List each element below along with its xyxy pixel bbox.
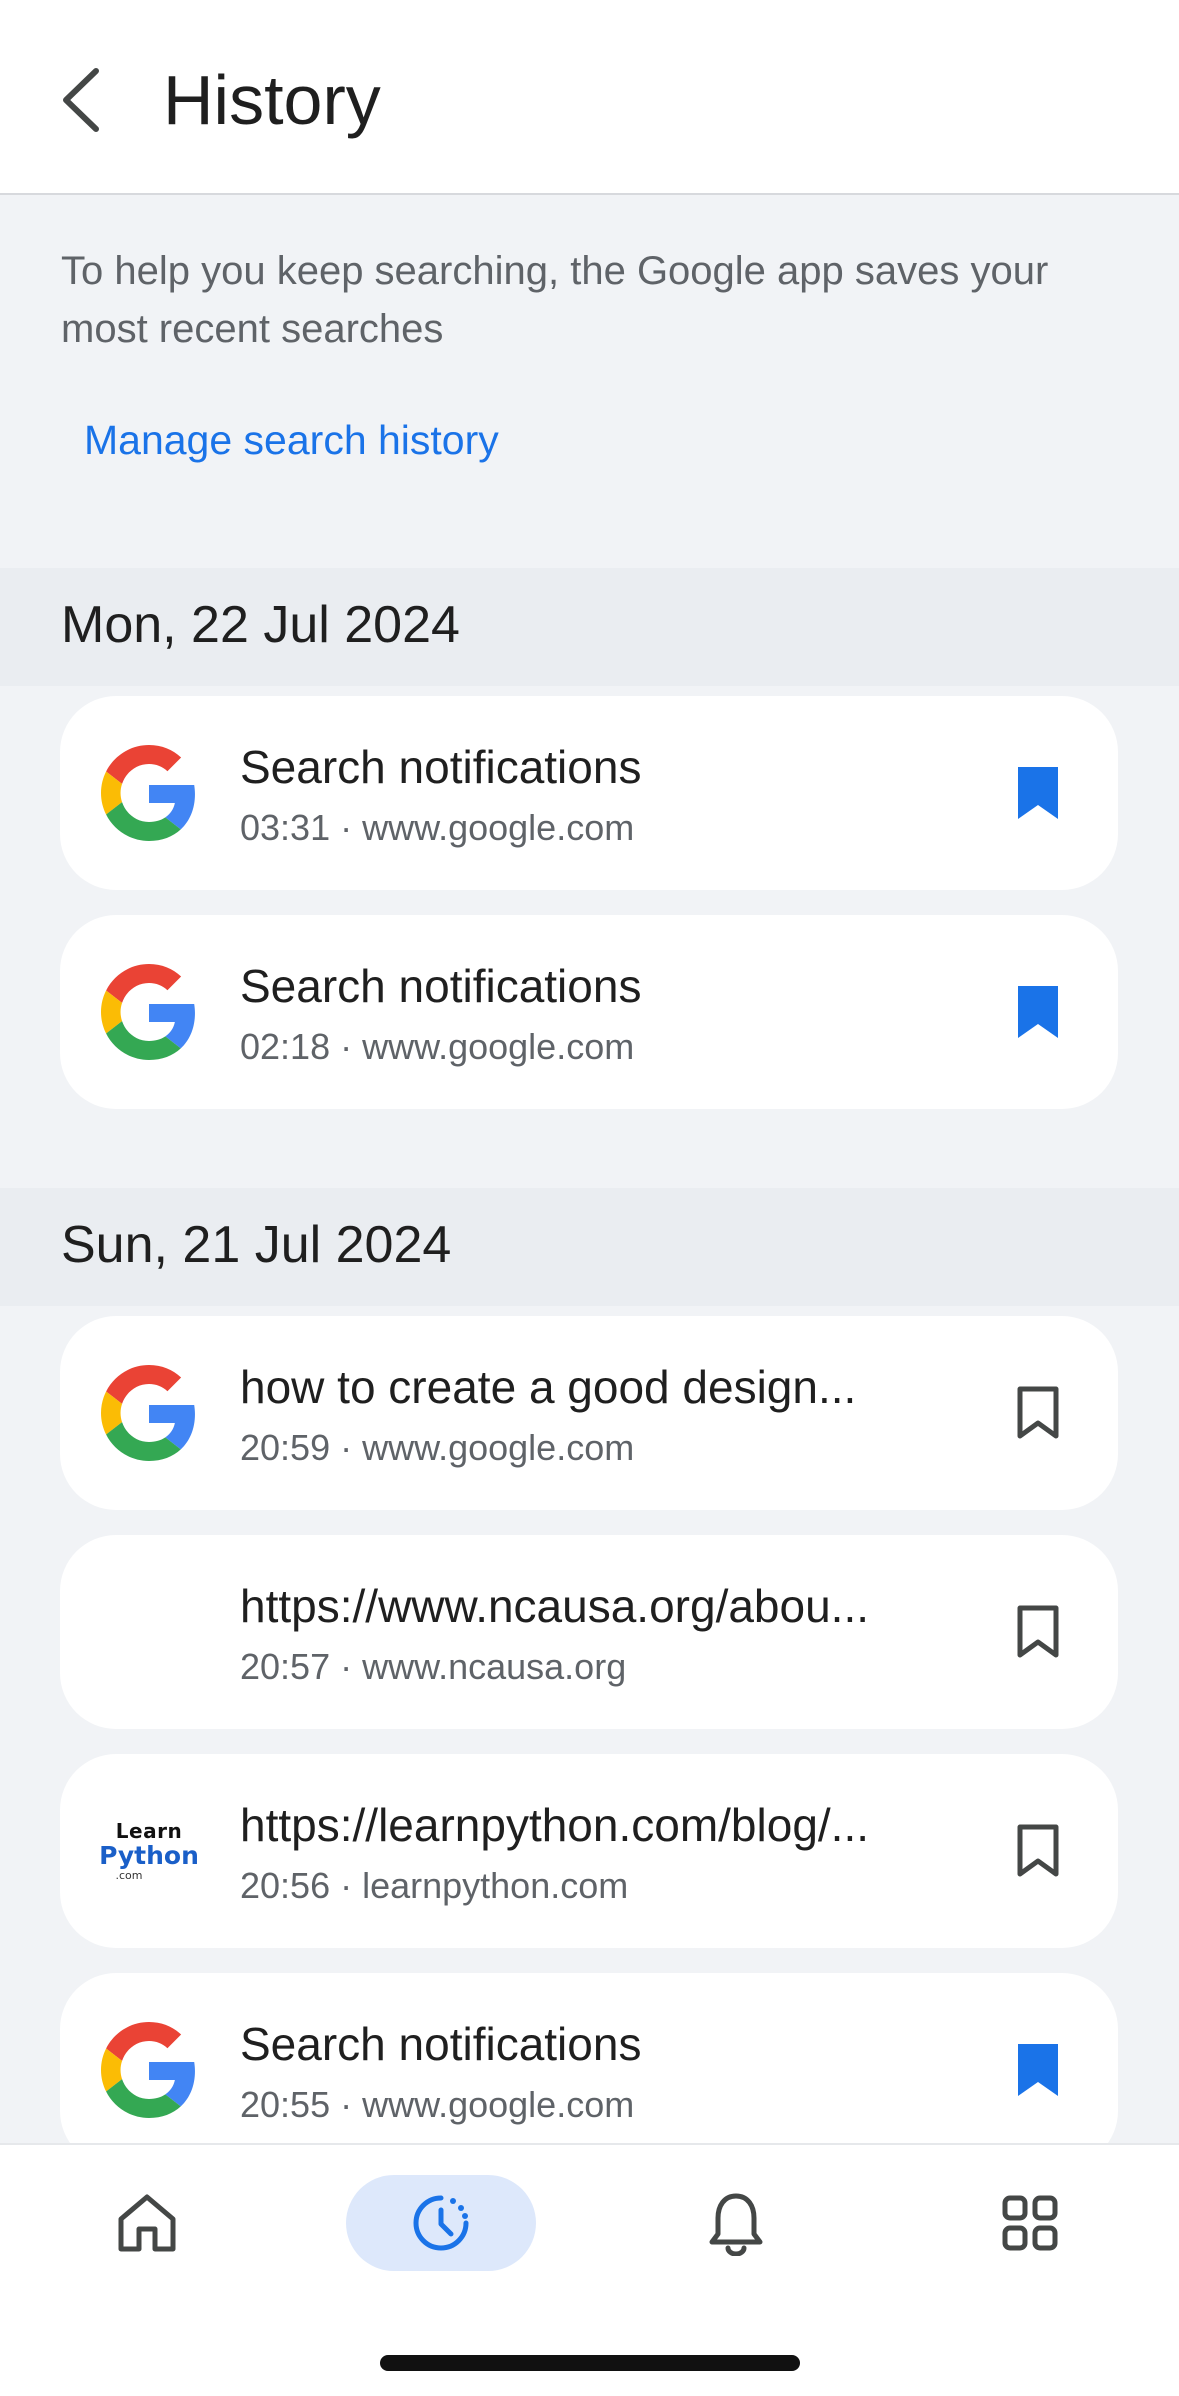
- history-icon: [413, 2195, 469, 2251]
- home-icon: [118, 2194, 176, 2252]
- app-header: History: [0, 0, 1179, 195]
- bookmark-button[interactable]: [998, 753, 1078, 833]
- bookmark-button[interactable]: [998, 1592, 1078, 1672]
- item-time-domain: 20:59 · www.google.com: [240, 1427, 635, 1468]
- bookmark-filled-icon: [1018, 986, 1058, 1038]
- bookmark-button[interactable]: [998, 972, 1078, 1052]
- favicon-empty: [100, 1583, 198, 1681]
- item-time-domain: 02:18 · www.google.com: [240, 1026, 635, 1067]
- bookmark-filled-icon: [1018, 2044, 1058, 2096]
- item-title: how to create a good design...: [240, 1361, 857, 1413]
- logo-line-learn: Learn: [115, 1819, 183, 1843]
- item-time-domain: 20:55 · www.google.com: [240, 2084, 635, 2125]
- bookmark-outline-icon: [1017, 1824, 1059, 1877]
- learnpython-logo: Learn Python .com: [99, 1802, 199, 1900]
- notifications-bell-icon: [709, 2193, 763, 2256]
- bookmark-filled-icon: [1018, 767, 1058, 819]
- manage-search-history-link[interactable]: Manage search history: [84, 410, 499, 470]
- google-g-icon: [101, 964, 195, 1060]
- favicon: [100, 963, 198, 1061]
- favicon: [100, 744, 198, 842]
- home-indicator: [380, 2355, 800, 2371]
- history-item[interactable]: Search notifications 02:18 · www.google.…: [60, 915, 1118, 1109]
- history-item[interactable]: https://www.ncausa.org/abou... 20:57 · w…: [60, 1535, 1118, 1729]
- apps-grid-icon: [1002, 2195, 1058, 2251]
- history-screen: History To help you keep searching, the …: [0, 0, 1179, 2396]
- history-item[interactable]: Learn Python .com https://learnpython.co…: [60, 1754, 1118, 1948]
- bookmark-button[interactable]: [998, 1811, 1078, 1891]
- item-title: Search notifications: [240, 741, 642, 793]
- item-time-domain: 03:31 · www.google.com: [240, 807, 635, 848]
- item-title: Search notifications: [240, 960, 642, 1012]
- history-item[interactable]: how to create a good design... 20:59 · w…: [60, 1316, 1118, 1510]
- nav-notifications[interactable]: [641, 2175, 831, 2271]
- back-button[interactable]: [40, 55, 120, 145]
- item-title: https://learnpython.com/blog/...: [240, 1799, 870, 1851]
- page-title: History: [163, 61, 381, 139]
- history-item[interactable]: Search notifications 20:55 · www.google.…: [60, 1973, 1118, 2167]
- nav-history[interactable]: [346, 2175, 536, 2271]
- chevron-left-icon: [63, 68, 99, 132]
- logo-line-python: Python: [99, 1841, 199, 1870]
- favicon: Learn Python .com: [99, 1802, 199, 1900]
- logo-line-com: .com: [115, 1869, 143, 1882]
- google-g-icon: [101, 2022, 195, 2118]
- bookmark-outline-icon: [1017, 1605, 1059, 1658]
- date-header: Sun, 21 Jul 2024: [61, 1216, 452, 1274]
- favicon: [100, 2021, 198, 2119]
- google-g-icon: [101, 745, 195, 841]
- nav-home[interactable]: [52, 2175, 242, 2271]
- google-g-icon: [101, 1365, 195, 1461]
- history-item[interactable]: Search notifications 03:31 · www.google.…: [60, 696, 1118, 890]
- bookmark-button[interactable]: [998, 2030, 1078, 2110]
- intro-description: To help you keep searching, the Google a…: [61, 249, 1049, 351]
- bookmark-button[interactable]: [998, 1373, 1078, 1453]
- item-title: https://www.ncausa.org/abou...: [240, 1580, 870, 1632]
- item-title: Search notifications: [240, 2018, 642, 2070]
- bookmark-outline-icon: [1017, 1386, 1059, 1439]
- item-time-domain: 20:56 · learnpython.com: [240, 1865, 629, 1906]
- date-header: Mon, 22 Jul 2024: [61, 596, 460, 654]
- nav-apps[interactable]: [935, 2175, 1125, 2271]
- item-time-domain: 20:57 · www.ncausa.org: [240, 1646, 627, 1687]
- favicon: [100, 1364, 198, 1462]
